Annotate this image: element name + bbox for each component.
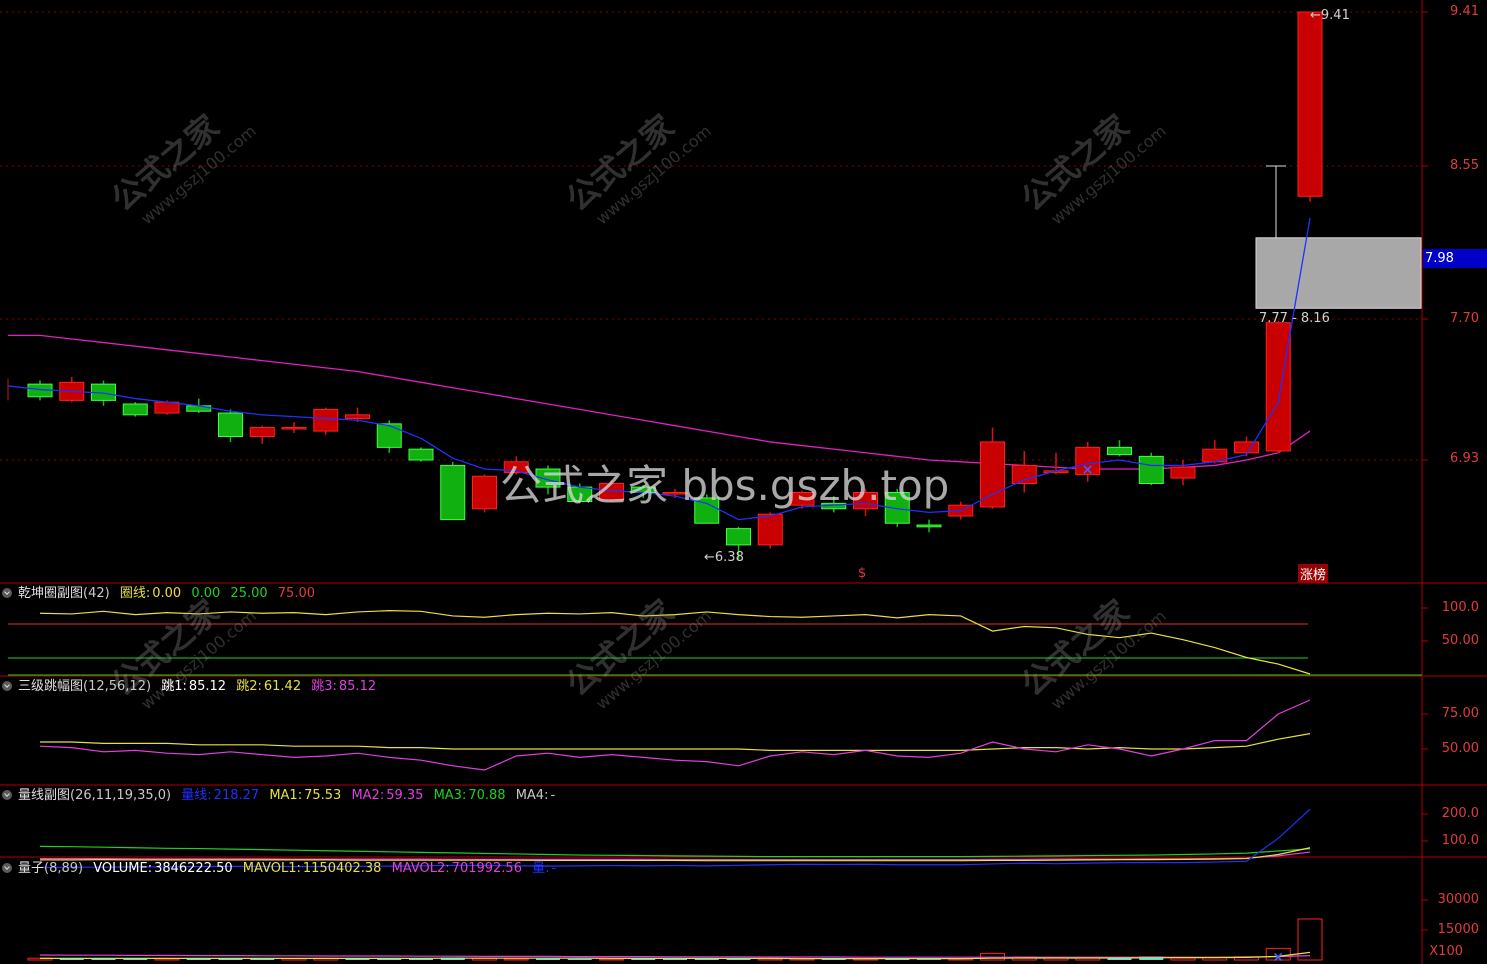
candle-body [154, 401, 180, 414]
panel4-axis-label: 15000 [1437, 922, 1479, 937]
volume-panel[interactable]: × [27, 918, 1323, 964]
qiankun-line [39, 610, 1311, 675]
candle-body [281, 426, 307, 430]
jump2-line [40, 733, 1311, 752]
price-axis-label: 9.41 [1450, 4, 1479, 19]
collapse-icon[interactable] [2, 863, 12, 873]
volume-bar [917, 959, 941, 960]
panel3-axis-label: 100.0 [1441, 833, 1479, 848]
candle-body [345, 414, 370, 419]
volume-bar [599, 958, 624, 961]
candle-body [1011, 464, 1037, 484]
panel4-title: 量子 [18, 861, 45, 876]
current-price-tag: 7.98 [1423, 249, 1487, 268]
panel1-axis-label: 50.00 [1441, 633, 1479, 648]
collapse-icon[interactable] [2, 681, 12, 691]
panel3-header[interactable]: 量线副图(26,11,19,35,0) 量线: 218.27 MA1: 75.53 … [0, 786, 561, 806]
panel2-title: 三级跳幅图 [18, 679, 84, 694]
candle-body [249, 426, 275, 438]
candle-body [980, 441, 1005, 508]
cross-marker: × [1082, 462, 1094, 478]
volume-unit-label: X100 [1429, 944, 1463, 959]
price-axis-label: 8.55 [1450, 158, 1479, 173]
candle-body [916, 524, 942, 528]
zone-label: 7.77 - 8.16 [1259, 311, 1330, 326]
high-price-note: ←9.41 [1310, 8, 1350, 23]
candle-body [1265, 322, 1291, 452]
qiankun-panel[interactable] [8, 610, 1422, 676]
price-zone-box [1255, 237, 1422, 309]
candle-body [218, 412, 243, 438]
candle-body [122, 403, 148, 416]
signal-marker: $ [858, 566, 867, 581]
panel1-axis-label: 100.0 [1441, 600, 1479, 615]
limit-up-tag: 涨榜 [1298, 564, 1329, 583]
ma3-line [39, 845, 1311, 858]
candle-body [1138, 455, 1164, 484]
volume-bar [567, 958, 592, 960]
jump-panel[interactable] [39, 699, 1311, 771]
low-price-note: ←6.38 [704, 550, 744, 565]
panel2-header[interactable]: 三级跳幅图(12,56,12) 跳1: 85.12 跳2: 61.42 跳3: 85.… [0, 677, 382, 697]
panel1-header[interactable]: 乾坤圈副图(42) 圈线: 0.00 0.00 25.00 75.00 [0, 584, 321, 604]
candle-body [1170, 466, 1196, 479]
collapse-icon[interactable] [2, 790, 12, 800]
candle-body [1107, 446, 1132, 456]
panel2-axis-label: 75.00 [1441, 706, 1479, 721]
candle-body [376, 423, 402, 448]
candle-body [408, 448, 434, 461]
candle-body [313, 408, 339, 432]
collapse-icon[interactable] [2, 588, 12, 598]
jump3-line [39, 699, 1311, 771]
panel4-axis-label: 30000 [1437, 892, 1479, 907]
candle-body [1234, 441, 1259, 454]
candle-body [1297, 11, 1323, 197]
volume-bar [631, 959, 656, 960]
panel4-header[interactable]: 量子(8,89) VOLUME: 3846222.50 MAVOL1: 115040… [0, 859, 562, 879]
panel3-title: 量线副图 [18, 788, 71, 803]
mavol2-line [39, 954, 1311, 958]
panel2-axis-label: 50.00 [1441, 741, 1479, 756]
candle-body [726, 528, 751, 546]
panel1-title: 乾坤圈副图 [18, 586, 84, 601]
panel3-axis-label: 200.0 [1441, 806, 1479, 821]
price-axis-label: 6.93 [1450, 451, 1479, 466]
volume-bar [536, 958, 560, 960]
candle-body [440, 464, 466, 521]
price-axis-label: 7.70 [1450, 311, 1479, 326]
volume-bar [503, 958, 529, 961]
volume-bar [1170, 957, 1196, 961]
candle-body [472, 475, 497, 510]
candle-body [757, 513, 783, 546]
cross-marker: × [1272, 949, 1284, 964]
center-watermark: 公式之家 bbs.gszb.top [500, 461, 950, 510]
